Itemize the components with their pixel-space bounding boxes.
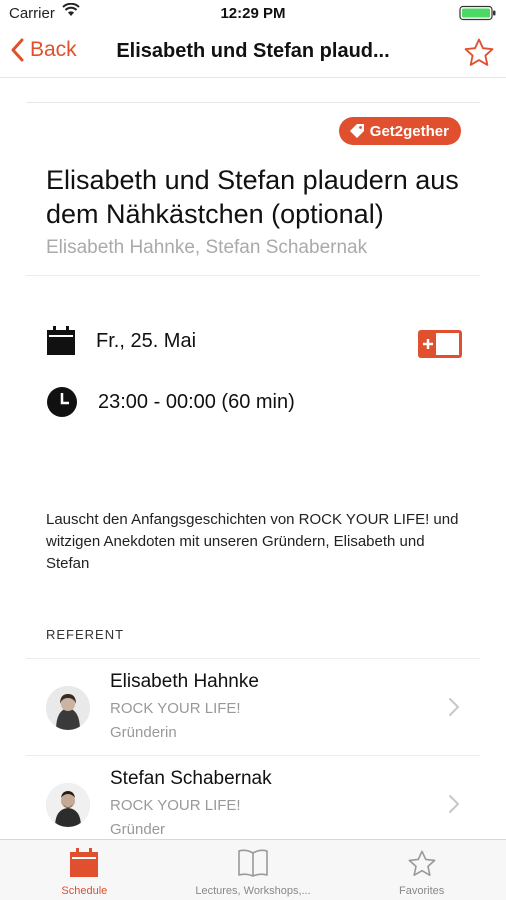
speaker-name: Elisabeth Hahnke (110, 671, 259, 692)
session-title: Elisabeth und Stefan plaudern aus dem Nä… (46, 165, 459, 229)
session-detail[interactable]: Get2gether Elisabeth und Stefan plaudern… (0, 79, 506, 839)
navigation-bar: Back Elisabeth und Stefan plaud... (0, 28, 506, 78)
nav-title: Elisabeth und Stefan plaud... (116, 40, 390, 62)
category-badge: Get2gether (338, 117, 461, 145)
session-date: Fr., 25. Mai (96, 329, 197, 352)
speaker-role: Gründer (110, 821, 166, 838)
tab-label: Lectures, Workshops,... (195, 885, 311, 897)
back-button[interactable]: Back (10, 38, 77, 62)
tab-label: Favorites (399, 885, 445, 897)
tab-bar: Schedule Lectures, Workshops,... Favorit… (0, 839, 506, 900)
divider (26, 275, 480, 276)
session-time: 23:00 - 00:00 (60 min) (98, 390, 295, 413)
speaker-organization: ROCK YOUR LIFE! (110, 700, 241, 717)
battery-icon (459, 5, 497, 25)
tab-lectures[interactable]: Lectures, Workshops,... (169, 840, 338, 900)
session-description: Lauscht den Anfangsgeschichten von ROCK … (46, 511, 459, 572)
star-icon (408, 850, 436, 876)
add-to-calendar-button[interactable] (418, 330, 462, 363)
speaker-row[interactable]: Elisabeth Hahnke ROCK YOUR LIFE! Gründer… (26, 658, 480, 755)
speaker-organization: ROCK YOUR LIFE! (110, 797, 241, 814)
chevron-right-icon (449, 795, 459, 813)
calendar-icon (70, 848, 99, 877)
status-bar: Carrier 12:29 PM (0, 0, 506, 28)
add-calendar-icon (418, 330, 462, 358)
tab-schedule[interactable]: Schedule (0, 840, 169, 900)
tag-icon (349, 124, 364, 138)
speaker-row[interactable]: Stefan Schabernak ROCK YOUR LIFE! Gründe… (26, 755, 480, 839)
status-time: 12:29 PM (220, 5, 286, 22)
calendar-icon (47, 326, 75, 355)
time-row: 23:00 - 00:00 (60 min) (46, 386, 295, 418)
avatar (46, 686, 90, 730)
divider (26, 102, 480, 103)
badge-label: Get2gether (369, 122, 449, 140)
tab-label: Schedule (61, 885, 108, 897)
session-speakers: Elisabeth Hahnke, Stefan Schabernak (46, 237, 368, 258)
speaker-role: Gründerin (110, 724, 177, 741)
favorite-star-button[interactable] (462, 36, 496, 75)
clock-icon (47, 387, 77, 417)
chevron-right-icon (449, 698, 459, 716)
date-row: Fr., 25. Mai (46, 326, 196, 356)
avatar (46, 783, 90, 827)
speaker-list: Elisabeth Hahnke ROCK YOUR LIFE! Gründer… (26, 658, 480, 839)
speaker-name: Stefan Schabernak (110, 768, 272, 789)
tab-favorites[interactable]: Favorites (337, 840, 506, 900)
star-icon (464, 38, 494, 66)
back-label: Back (30, 38, 77, 61)
referent-header: REFERENT (46, 627, 125, 642)
book-icon (238, 849, 268, 877)
chevron-left-icon (11, 38, 24, 62)
